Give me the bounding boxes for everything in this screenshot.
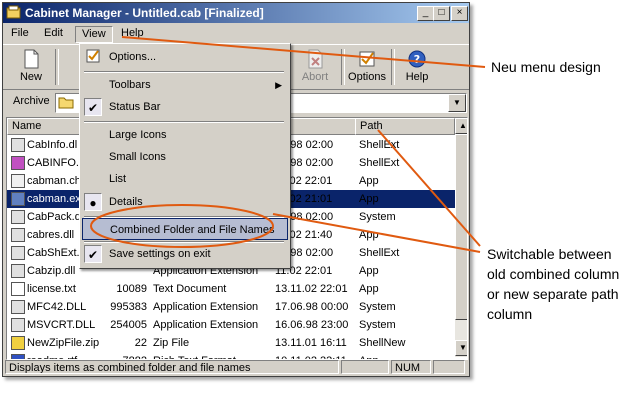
switch-note-line-1: Switchable between [487,246,612,262]
switch-callout-line-1 [272,213,481,253]
menu-design-note: Neu menu design [491,59,601,75]
menu-callout-line [121,36,486,68]
highlight-ellipse [90,204,274,248]
switch-note-line-3: or new separate path [487,286,619,302]
switch-note-line-4: column [487,306,533,322]
switch-callout-line-2 [377,129,481,247]
switch-note-line-2: old combined column [487,266,620,282]
